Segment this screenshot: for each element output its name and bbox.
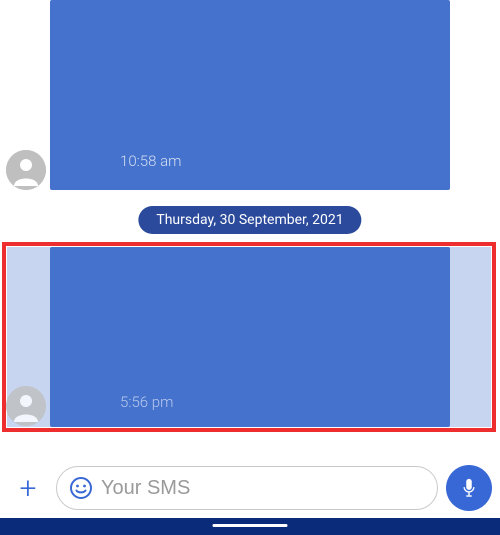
plus-icon: + [20,471,37,506]
sms-input[interactable] [101,477,425,500]
voice-button[interactable] [446,465,492,511]
emoji-button[interactable] [69,476,93,500]
message-timestamp: 10:58 am [120,152,181,170]
attach-button[interactable]: + [8,468,48,508]
input-container [56,466,438,510]
highlight-annotation [2,242,496,432]
message-row: 10:58 am [0,0,500,198]
gesture-handle[interactable] [213,524,288,527]
conversation-pane: 10:58 am Thursday, 30 September, 2021 5:… [0,0,500,458]
emoji-icon [69,476,93,500]
message-bubble[interactable]: 10:58 am [50,0,450,190]
composer-bar: + [0,458,500,518]
person-icon [6,150,46,190]
date-separator: Thursday, 30 September, 2021 [138,206,361,234]
microphone-icon [458,477,480,499]
system-navbar [0,518,500,535]
avatar[interactable] [6,150,46,190]
